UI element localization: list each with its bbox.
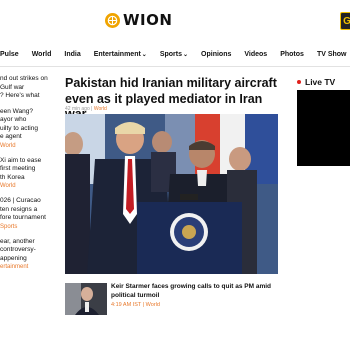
live-tv-player[interactable]	[297, 90, 350, 166]
left-story-item[interactable]: nd out strikes on Gulf war? Here's what	[0, 75, 52, 101]
main-story-meta: 42 min ago | World	[65, 106, 107, 112]
left-story-headline-line: 026 | Curacao	[0, 197, 41, 204]
left-story-headline-line: first meeting	[0, 165, 36, 172]
meta-separator: |	[142, 302, 145, 308]
left-story-headline-line: ten resigns a	[0, 205, 38, 213]
side-button[interactable]: G	[340, 12, 350, 30]
left-story-headline-line: ayor who	[0, 116, 27, 123]
main-story-category[interactable]: World	[94, 106, 107, 112]
live-tv-heading[interactable]: Live TV	[297, 77, 335, 87]
left-story-headline-line: Gulf war	[0, 83, 25, 91]
left-story-headline-line: Xi aim to ease	[0, 156, 42, 164]
left-story-headline-line: nd out strikes on	[0, 75, 48, 82]
left-story-item[interactable]: een Wang? ayor who uilty to acting e agent W…	[0, 108, 52, 150]
nav-item-tv-show[interactable]: TV Show	[317, 51, 347, 58]
nav-item-photos[interactable]: Photos	[280, 51, 304, 58]
nav-item-label: World	[31, 50, 52, 58]
main-nav: Pulse World India Entertainment ⌄ Sports ⌄ Opin…	[0, 46, 350, 62]
nav-item-entertainment[interactable]: Entertainment ⌄	[94, 51, 147, 58]
left-story-headline-line: uilty to acting	[0, 124, 38, 132]
nav-item-label: TV Show	[316, 50, 347, 58]
left-story-list: nd out strikes on Gulf war? Here's what ee…	[0, 75, 52, 278]
left-story-headline-line: controversy-	[0, 246, 36, 253]
nav-item-pulse[interactable]: Pulse	[0, 51, 19, 58]
left-story-category[interactable]: World	[0, 182, 52, 190]
nav-divider	[0, 66, 350, 67]
left-story-headline-line: fore tournament	[0, 214, 46, 221]
nav-item-world[interactable]: World	[32, 51, 52, 58]
second-story-thumbnail[interactable]	[65, 283, 107, 315]
second-story-time: 4:19 AM IST	[111, 302, 142, 308]
nav-item-label: India	[64, 50, 81, 58]
wion-logo[interactable]: WION	[105, 11, 172, 29]
nav-item-label: Photos	[280, 50, 304, 58]
left-story-item[interactable]: Xi aim to ease first meeting th Korea World	[0, 157, 52, 191]
chevron-down-icon: ⌄	[141, 51, 147, 58]
left-story-headline-line: ? Here's what	[0, 92, 40, 99]
left-story-headline-line: appening	[0, 254, 27, 262]
live-tv-label: Live TV	[305, 77, 336, 87]
chevron-down-icon: ⌄	[183, 51, 189, 58]
left-story-category[interactable]: World	[0, 142, 52, 150]
second-story-category[interactable]: World	[146, 302, 160, 308]
nav-item-label: Entertainment	[93, 50, 141, 58]
left-story-headline-line: een Wang?	[0, 107, 34, 115]
nav-item-india[interactable]: India	[64, 51, 80, 58]
nav-item-videos[interactable]: Videos	[244, 51, 267, 58]
live-dot-icon	[297, 80, 301, 84]
left-story-item[interactable]: ear, another controversy-appening ertainme…	[0, 238, 52, 272]
left-story-headline-line: ear, another	[0, 237, 35, 245]
nav-item-label: Pulse	[0, 50, 19, 58]
nav-item-label: Opinions	[201, 50, 232, 58]
left-story-item[interactable]: 026 | Curacao ten resigns a fore tournamen…	[0, 197, 52, 231]
meta-separator: |	[91, 106, 93, 112]
nav-item-sports[interactable]: Sports ⌄	[160, 51, 188, 58]
left-story-headline-line: e agent	[0, 133, 22, 140]
left-story-category[interactable]: Sports	[0, 223, 52, 231]
hero-image[interactable]	[65, 114, 278, 274]
nav-item-opinions[interactable]: Opinions	[201, 51, 231, 58]
second-story-headline[interactable]: Keir Starmer faces growing calls to quit…	[111, 283, 276, 300]
left-story-category[interactable]: ertainment	[0, 263, 52, 271]
nav-item-label: Sports	[159, 50, 182, 58]
main-story-time: 42 min ago	[65, 106, 90, 112]
second-story-meta: 4:19 AM IST | World	[111, 302, 160, 308]
logo-text: WION	[123, 11, 173, 29]
wion-logo-icon	[105, 12, 120, 28]
nav-item-label: Videos	[244, 50, 268, 58]
left-story-headline-line: th Korea	[0, 173, 25, 181]
